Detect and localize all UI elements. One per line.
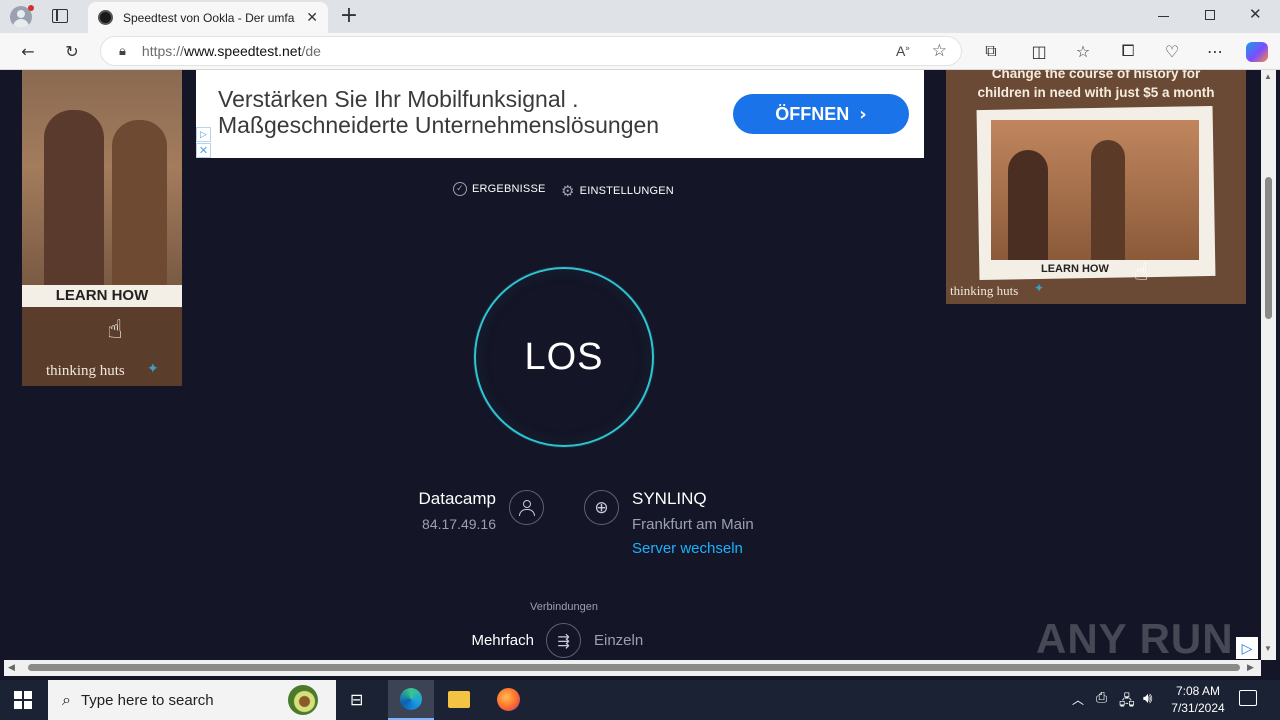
settings-link[interactable]: ⚙ EINSTELLUNGEN (561, 182, 674, 200)
bird-logo-icon: ✦ (1034, 281, 1045, 295)
top-banner-ad[interactable]: Verstärken Sie Ihr Mobilfunksignal . Maß… (196, 70, 924, 158)
avocado-icon (288, 685, 318, 715)
right-ad-headline-1: Change the course of history for (991, 70, 1201, 81)
windows-start-icon[interactable] (14, 691, 32, 709)
copilot-icon[interactable] (1246, 42, 1268, 62)
vertical-scroll-thumb[interactable] (1265, 177, 1272, 319)
server-location: Frankfurt am Main (632, 516, 754, 533)
collections-icon[interactable]: ⧠ (1112, 36, 1144, 66)
windows-taskbar: ⌕ Type here to search ⊟ ︿ ⎙ 🖧︎ 🔊︎ 7:08 A… (0, 680, 1280, 720)
hand-pointer-icon: ☝ (1134, 258, 1149, 286)
file-explorer-icon[interactable] (448, 691, 470, 708)
go-label: LOS (524, 335, 604, 378)
ad-line-2: Maßgeschneiderte Unternehmenslösungen (218, 112, 660, 138)
adchoices-corner-icon[interactable]: ▷ (1236, 637, 1258, 659)
tray-device-icon[interactable]: ⎙ (1096, 690, 1107, 706)
search-icon: ⌕ (62, 690, 71, 709)
ad-open-button[interactable]: ÖFFNEN › (733, 94, 909, 134)
left-ad-cta: LEARN HOW (22, 285, 182, 307)
address-bar[interactable]: 🔒︎ https:// www.speedtest.net /de A» ☆ (100, 36, 962, 66)
horizontal-scroll-thumb[interactable] (28, 664, 1240, 671)
vertical-scrollbar[interactable]: ▲ ▼ (1261, 70, 1276, 660)
back-icon[interactable]: ← (12, 36, 44, 66)
favorite-star-icon[interactable]: ☆ (932, 41, 947, 61)
globe-icon: ⊕ (584, 490, 619, 525)
browser-toolbar: ← ↻ 🔒︎ https:// www.speedtest.net /de A»… (0, 33, 1280, 70)
ad-close-icon[interactable]: ✕ (196, 143, 211, 158)
connections-toggle[interactable]: ⇶ (546, 623, 581, 658)
edge-taskbar-icon[interactable] (388, 680, 434, 720)
clock-time: 7:08 AM (1175, 684, 1221, 698)
notification-dot (28, 5, 34, 11)
go-button[interactable]: LOS (474, 267, 654, 447)
horizontal-scrollbar[interactable]: ◀ ▶ (4, 660, 1261, 676)
chevron-right-icon: › (859, 103, 867, 125)
new-tab-icon[interactable]: + (338, 3, 360, 29)
taskbar-search-box[interactable]: ⌕ Type here to search (48, 680, 336, 720)
more-menu-icon[interactable]: ⋯ (1199, 36, 1231, 66)
server-name: SYNLINQ (632, 489, 707, 508)
connections-single-option[interactable]: Einzeln (594, 632, 643, 649)
firefox-icon[interactable] (497, 688, 520, 711)
right-ad-cta: LEARN HOW (1041, 263, 1109, 275)
tab-title: Speedtest von Ookla - Der umfa (123, 10, 295, 25)
speedtest-favicon-icon (98, 10, 113, 25)
connections-multi-option[interactable]: Mehrfach (434, 632, 534, 649)
ad-open-label: ÖFFNEN (775, 103, 850, 124)
clock-date: 7/31/2024 (1171, 701, 1225, 715)
network-icon[interactable]: 🖧︎ (1119, 690, 1135, 714)
tray-chevron-icon[interactable]: ︿ (1072, 691, 1084, 708)
close-window-icon[interactable]: ✕ (1249, 5, 1262, 23)
speedtest-page: LEARN HOW ☝ thinking huts ✦ Verstärken S… (4, 70, 1261, 660)
url-path: /de (301, 43, 321, 59)
change-server-link[interactable]: Server wechseln (632, 540, 754, 557)
tab-speedtest[interactable]: Speedtest von Ookla - Der umfa ✕ (88, 2, 328, 33)
url-prefix: https:// (141, 43, 184, 59)
server-info: SYNLINQ Frankfurt am Main Server wechsel… (632, 489, 754, 557)
connections-label: Verbindungen (530, 601, 598, 613)
taskbar-search-placeholder: Type here to search (80, 691, 214, 709)
clock[interactable]: 7:08 AM 7/31/2024 (1160, 683, 1236, 717)
extensions-icon[interactable]: ⧉ (975, 36, 1007, 66)
settings-label: EINSTELLUNGEN (579, 185, 674, 197)
read-aloud-icon[interactable]: A» (896, 43, 910, 59)
isp-ip: 84.17.49.16 (422, 516, 496, 532)
refresh-icon[interactable]: ↻ (56, 36, 88, 66)
restore-icon[interactable] (1205, 10, 1215, 20)
right-ad-headline-2: children in need with just $5 a month (977, 85, 1215, 100)
url-domain: www.speedtest.net (183, 43, 302, 59)
user-icon (509, 490, 544, 525)
task-view-icon[interactable]: ⊟ (350, 690, 370, 710)
anyrun-watermark: ANY RUN (1036, 615, 1234, 660)
hand-pointer-icon: ☝ (107, 315, 123, 345)
bird-logo-icon: ✦ (147, 361, 159, 377)
results-label: ERGEBNISSE (472, 183, 546, 195)
isp-name: Datacamp (418, 489, 496, 508)
tab-bar: Speedtest von Ookla - Der umfa ✕ + ✕ (0, 0, 1280, 33)
gear-icon: ⚙ (561, 182, 575, 200)
ad-line-1: Verstärken Sie Ihr Mobilfunksignal . (218, 86, 579, 112)
volume-icon[interactable]: 🔊︎ (1143, 689, 1152, 707)
right-ad-brand: thinking huts (950, 283, 1019, 298)
lock-icon: 🔒︎ (119, 43, 126, 59)
adchoices-icon[interactable]: ▷ (196, 127, 211, 142)
close-tab-icon[interactable]: ✕ (306, 10, 318, 26)
results-link[interactable]: ✓ ERGEBNISSE (453, 182, 546, 196)
left-banner-ad[interactable]: LEARN HOW ☝ thinking huts ✦ (22, 70, 182, 386)
isp-info: Datacamp 84.17.49.16 (384, 489, 496, 532)
favorites-icon[interactable]: ☆ (1067, 36, 1099, 66)
connections-icon: ⇶ (557, 631, 570, 650)
left-ad-brand: thinking huts (46, 363, 125, 379)
notifications-icon[interactable] (1239, 690, 1257, 706)
split-screen-icon[interactable]: ◫ (1023, 36, 1055, 66)
tab-actions-icon[interactable] (52, 9, 68, 23)
minimize-icon[interactable] (1158, 16, 1169, 17)
right-banner-ad[interactable]: Change the course of history for childre… (946, 70, 1246, 304)
check-icon: ✓ (453, 182, 467, 196)
browser-essentials-icon[interactable]: ♡ (1156, 36, 1188, 66)
